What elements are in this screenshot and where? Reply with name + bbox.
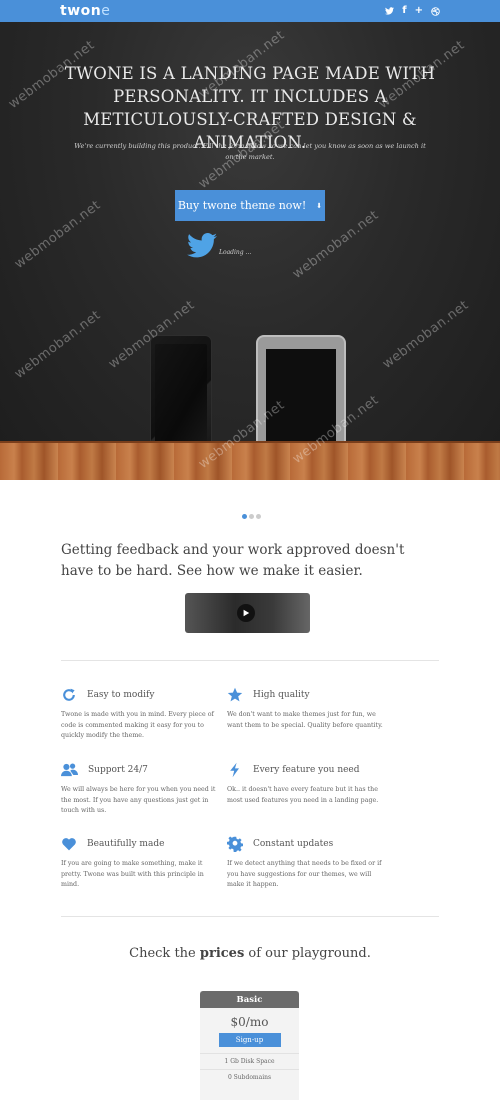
hero-subtitle: We're currently building this product. F…	[74, 142, 426, 161]
feature-description: We will always be here for you when you …	[61, 786, 216, 814]
feature-description: If we detect anything that needs to be f…	[227, 860, 382, 888]
section-divider	[61, 660, 439, 661]
star-icon	[227, 687, 243, 702]
twitter-icon[interactable]	[385, 7, 395, 15]
social-links: f +	[385, 6, 440, 16]
feature-title: Beautifully made	[87, 839, 165, 849]
prices-heading-end: of our playground.	[244, 946, 371, 961]
feature-support: Support 24/7 We will always be here for …	[61, 761, 221, 817]
feature-title: Constant updates	[253, 839, 334, 849]
feature-description: Twone is made with you in mind. Every pi…	[61, 711, 214, 739]
feature-description: If you are going to make something, make…	[61, 860, 204, 888]
buy-theme-label: Buy twone theme now!	[177, 199, 307, 212]
feature-title: Easy to modify	[87, 690, 155, 700]
section-divider	[61, 916, 439, 917]
feature-description: Ok.. it doesn't have every feature but i…	[227, 786, 379, 804]
pricing-plan-basic: Basic $0/mo Sign-up 1 Gb Disk Space 0 Su…	[200, 991, 299, 1100]
dark-phone-screen	[155, 344, 207, 456]
signup-button[interactable]: Sign-up	[218, 1033, 281, 1047]
feature-title: High quality	[253, 690, 310, 700]
video-thumbnail[interactable]	[185, 593, 310, 633]
white-phone-screen	[266, 349, 336, 451]
users-icon	[61, 763, 78, 777]
feature-title: Support 24/7	[88, 765, 148, 775]
feature-high-quality: High quality We don't want to make theme…	[227, 686, 387, 731]
plan-feature: 0 Subdomains	[200, 1069, 299, 1085]
brand-name-accent: e	[101, 3, 111, 19]
bolt-icon	[230, 762, 239, 778]
feature-description: We don't want to make themes just for fu…	[227, 711, 383, 729]
feature-beautifully-made: Beautifully made If you are going to mak…	[61, 835, 221, 891]
feedback-heading: Getting feedback and your work approved …	[61, 542, 405, 579]
download-icon: ⬇	[316, 201, 323, 210]
brand-name: twon	[60, 3, 102, 19]
feature-every-feature: Every feature you need Ok.. it doesn't h…	[227, 761, 387, 806]
plan-name: Basic	[200, 991, 299, 1008]
twitter-bird-icon	[187, 233, 217, 258]
prices-heading-bold: prices	[199, 946, 245, 961]
heart-icon	[62, 838, 76, 851]
slider-dots	[242, 514, 261, 519]
slider-dot[interactable]	[242, 514, 247, 519]
play-icon[interactable]	[237, 604, 255, 622]
feature-easy-to-modify: Easy to modify Twone is made with you in…	[61, 686, 221, 742]
brand-logo[interactable]: twone	[60, 3, 110, 19]
hero-section: TWONE IS A LANDING PAGE MADE WITH PERSON…	[0, 22, 500, 480]
plan-feature: 1 Gb Disk Space	[200, 1053, 299, 1069]
prices-heading: Check the prices of our playground.	[0, 946, 500, 961]
refresh-icon	[63, 688, 75, 701]
buy-theme-button[interactable]: Buy twone theme now! ⬇	[175, 190, 325, 221]
prices-heading-start: Check the	[129, 946, 200, 961]
facebook-icon[interactable]: f	[402, 6, 406, 16]
tweet-loading-text: Loading ...	[219, 249, 252, 256]
gear-icon	[227, 836, 243, 852]
feature-constant-updates: Constant updates If we detect anything t…	[227, 835, 387, 891]
dribbble-icon[interactable]	[431, 6, 440, 16]
plan-price: $0/mo	[230, 1015, 269, 1029]
google-plus-icon[interactable]: +	[415, 6, 423, 16]
tweet-widget: Loading ...	[187, 233, 251, 258]
slider-dot[interactable]	[249, 514, 254, 519]
feature-title: Every feature you need	[253, 765, 360, 775]
wooden-floor	[0, 441, 500, 480]
top-navbar: twone f +	[0, 0, 500, 22]
slider-dot[interactable]	[256, 514, 261, 519]
